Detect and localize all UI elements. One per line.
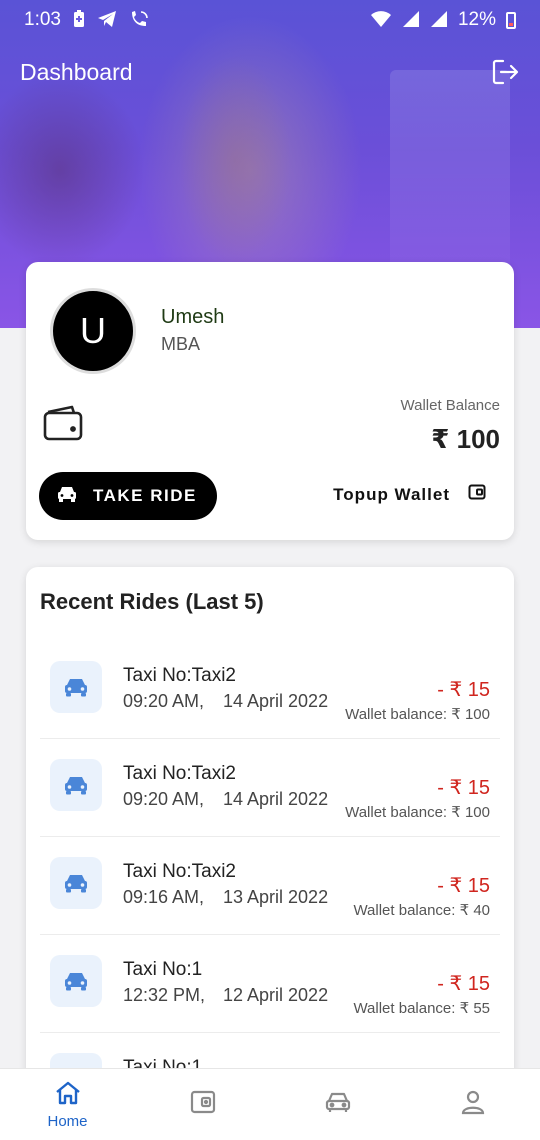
ride-wallet-balance: Wallet balance: ₹ 100 [345, 706, 490, 723]
recent-rides-title: Recent Rides (Last 5) [40, 589, 264, 614]
nav-wallet[interactable] [135, 1069, 270, 1140]
ride-time: 09:20 AM, [123, 789, 205, 809]
car-icon [50, 857, 102, 909]
app-bar: Dashboard [20, 52, 520, 92]
ride-amount: - ₹ 15 [437, 777, 490, 799]
wifi-call-icon [129, 10, 149, 31]
nav-home-label: Home [47, 1112, 88, 1130]
nav-profile[interactable] [405, 1069, 540, 1140]
battery-saver-icon [73, 9, 85, 31]
car-icon [50, 661, 102, 713]
home-icon [54, 1080, 82, 1111]
page-title: Dashboard [20, 58, 133, 85]
nav-rides[interactable] [270, 1069, 405, 1140]
ride-taxi-number: Taxi No:Taxi2 [123, 861, 236, 882]
ride-amount: - ₹ 15 [437, 875, 490, 897]
wallet-small-icon [468, 484, 486, 505]
ride-time: 09:20 AM, [123, 691, 205, 711]
ride-date: 14 April 2022 [223, 691, 329, 711]
battery-low-icon [506, 11, 516, 29]
ride-date: 13 April 2022 [223, 887, 329, 907]
profile-degree: MBA [161, 334, 201, 354]
profile-card: U Umesh MBA Wallet Balance ₹ 100 TAKE RI… [26, 262, 514, 540]
car-icon [50, 955, 102, 1007]
ride-taxi-number: Taxi No:1 [123, 959, 203, 980]
take-ride-button[interactable]: TAKE RIDE [39, 472, 217, 520]
ride-time: 09:16 AM, [123, 887, 205, 907]
ride-wallet-balance: Wallet balance: ₹ 55 [353, 1000, 490, 1017]
telegram-icon [97, 10, 117, 31]
avatar: U [50, 288, 136, 374]
ride-time: 12:32 PM, [123, 985, 206, 1005]
ride-date: 14 April 2022 [223, 789, 329, 809]
topup-wallet-label: Topup Wallet [333, 484, 450, 504]
ride-taxi-number: Taxi No:Taxi2 [123, 763, 236, 784]
ride-taxi-number: Taxi No:Taxi2 [123, 665, 236, 686]
car-icon [50, 759, 102, 811]
battery-percent: 12% [457, 9, 496, 30]
logout-icon[interactable] [490, 57, 520, 87]
ride-wallet-balance: Wallet balance: ₹ 40 [353, 902, 490, 919]
ride-amount: - ₹ 15 [437, 679, 490, 701]
topup-wallet-button[interactable]: Topup Wallet [333, 484, 486, 505]
wallet-balance-label: Wallet Balance [400, 397, 501, 414]
car-icon [57, 485, 77, 508]
profile-icon [459, 1089, 487, 1120]
recent-rides-card: Recent Rides (Last 5) Taxi No:Taxi2 09:2… [26, 567, 514, 1087]
signal-icon [402, 10, 420, 31]
wallet-balance-value: ₹ 100 [431, 424, 500, 454]
hero-background-building [390, 70, 510, 270]
list-item[interactable]: Taxi No:1 12:32 PM, 12 April 2022 - ₹ 15… [40, 935, 500, 1033]
profile-name: Umesh [161, 306, 225, 328]
nav-home[interactable]: Home [0, 1069, 135, 1140]
wallet-icon [189, 1089, 217, 1120]
signal-icon [430, 10, 448, 31]
wifi-icon [370, 10, 392, 31]
car-icon [324, 1089, 352, 1120]
list-item[interactable]: Taxi No:Taxi2 09:20 AM, 14 April 2022 - … [40, 641, 500, 739]
take-ride-label: TAKE RIDE [93, 486, 197, 505]
status-bar: 1:03 12% [0, 0, 540, 40]
bottom-navigation: Home [0, 1068, 540, 1140]
status-time: 1:03 [24, 9, 61, 30]
list-item[interactable]: Taxi No:Taxi2 09:20 AM, 14 April 2022 - … [40, 739, 500, 837]
ride-date: 12 April 2022 [223, 985, 329, 1005]
list-item[interactable]: Taxi No:Taxi2 09:16 AM, 13 April 2022 - … [40, 837, 500, 935]
wallet-icon [42, 404, 84, 442]
ride-wallet-balance: Wallet balance: ₹ 100 [345, 804, 490, 821]
ride-amount: - ₹ 15 [437, 973, 490, 995]
